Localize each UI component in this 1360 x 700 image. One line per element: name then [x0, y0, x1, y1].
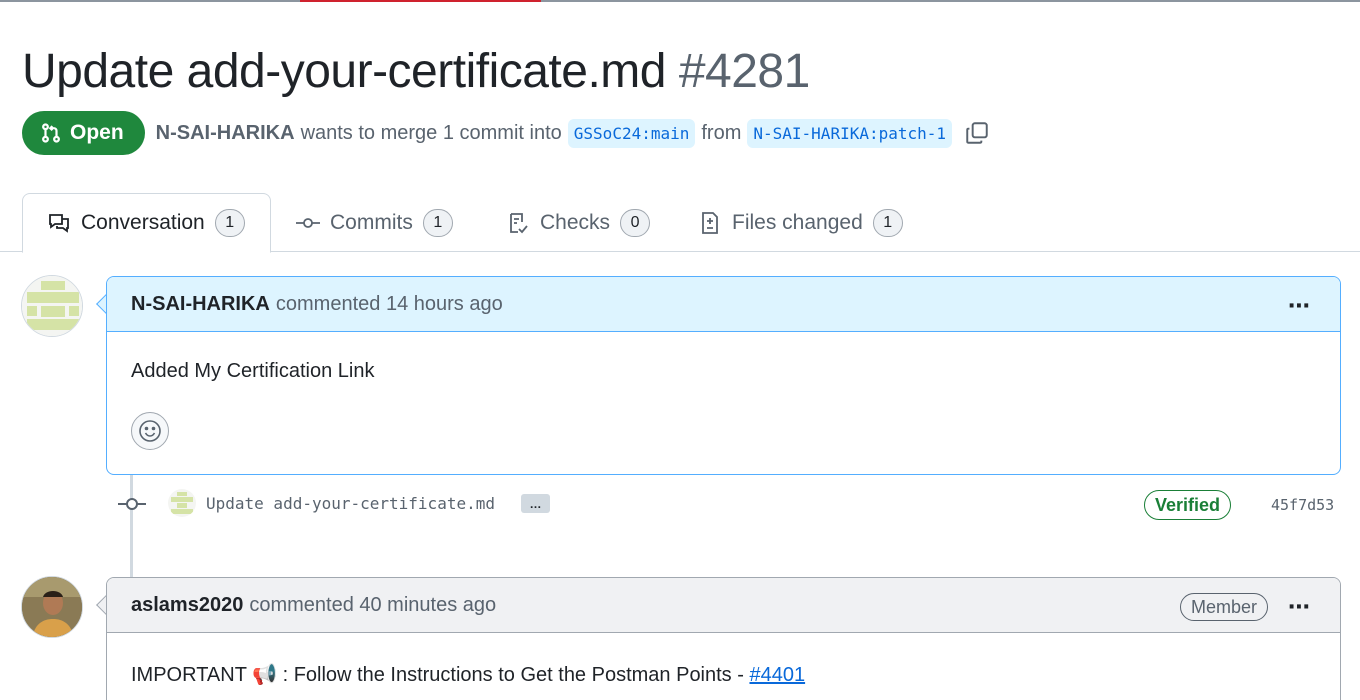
head-branch[interactable]: N-SAI-HARIKA:patch-1: [747, 118, 953, 148]
merge-text: wants to merge 1 commit into: [300, 121, 562, 144]
commit-author-avatar[interactable]: [168, 489, 196, 517]
pr-author-link[interactable]: N-SAI-HARIKA: [156, 122, 295, 145]
tab-checks[interactable]: Checks 0: [506, 193, 651, 252]
comment-timestamp[interactable]: commented 14 hours ago: [276, 293, 503, 316]
comment-timestamp[interactable]: commented 40 minutes ago: [249, 594, 496, 617]
git-commit-icon: [118, 498, 146, 510]
tab-label: Files changed: [732, 210, 863, 234]
comment-body: Added My Certification Link: [131, 360, 375, 382]
comment-discussion-icon: [49, 214, 69, 233]
tab-files-changed[interactable]: Files changed 1: [698, 193, 903, 252]
tab-counter: 1: [872, 208, 903, 237]
file-diff-icon: [702, 211, 718, 234]
avatar[interactable]: [21, 275, 83, 337]
pr-number: #4281: [678, 45, 810, 98]
pr-state-row: Open N-SAI-HARIKA wants to merge 1 commi…: [22, 111, 990, 155]
status-label: Open: [70, 121, 124, 144]
comment-header: aslams2020 commented 40 minutes ago: [107, 578, 1340, 633]
timeline-commit: Update add-your-certificate.md … Verifie…: [0, 484, 1360, 524]
pr-title: Update add-your-certificate.md #4281: [22, 44, 810, 99]
commit-message-link[interactable]: Update add-your-certificate.md: [206, 494, 495, 513]
comment-author[interactable]: N-SAI-HARIKA: [131, 293, 270, 316]
tab-counter: 0: [620, 208, 651, 237]
tab-label: Commits: [330, 210, 413, 234]
top-border-accent: [300, 0, 541, 2]
git-commit-icon: [296, 217, 320, 228]
top-border: [0, 0, 1360, 2]
expand-commit-button[interactable]: …: [521, 494, 550, 513]
verified-badge[interactable]: Verified: [1144, 490, 1232, 520]
avatar[interactable]: [21, 576, 83, 638]
more-options-icon[interactable]: ⋯: [1288, 293, 1312, 319]
identicon-avatar: [168, 489, 196, 517]
comment-card: aslams2020 commented 40 minutes ago Memb…: [106, 577, 1341, 700]
comment-card: N-SAI-HARIKA commented 14 hours ago ⋯ Ad…: [106, 276, 1341, 475]
tab-counter: 1: [422, 208, 453, 237]
comment-author[interactable]: aslams2020: [131, 594, 243, 617]
tab-label: Conversation: [81, 211, 205, 234]
status-badge: Open: [22, 111, 145, 155]
issue-link[interactable]: #4401: [749, 664, 805, 686]
from-text: from: [701, 121, 742, 144]
comment-body: IMPORTANT 📢 : Follow the Instructions to…: [107, 633, 1340, 700]
commit-sha-link[interactable]: 45f7d53: [1271, 496, 1334, 514]
role-badge: Member: [1179, 593, 1268, 621]
tab-conversation[interactable]: Conversation 1: [22, 193, 271, 253]
copy-icon[interactable]: [964, 120, 990, 146]
more-options-icon[interactable]: ⋯: [1288, 594, 1312, 620]
pr-title-text: Update add-your-certificate.md: [22, 45, 666, 98]
user-photo-avatar: [22, 577, 82, 637]
merge-description: N-SAI-HARIKA wants to merge 1 commit int…: [156, 118, 990, 148]
git-pull-request-icon: [42, 123, 60, 143]
tab-counter: 1: [214, 209, 245, 237]
base-branch[interactable]: GSSoC24:main: [567, 118, 696, 148]
comment-header: N-SAI-HARIKA commented 14 hours ago: [107, 277, 1340, 332]
checklist-icon: [510, 212, 528, 233]
identicon-avatar: [22, 276, 82, 336]
smiley-icon: [139, 420, 161, 442]
pr-tabs: Conversation 1 Commits 1 Checks 0 Files …: [0, 193, 1360, 253]
tab-label: Checks: [540, 210, 611, 234]
tab-commits[interactable]: Commits 1: [296, 193, 453, 252]
comment-text: IMPORTANT 📢 : Follow the Instructions to…: [131, 664, 750, 686]
add-reaction-button[interactable]: [131, 412, 169, 450]
